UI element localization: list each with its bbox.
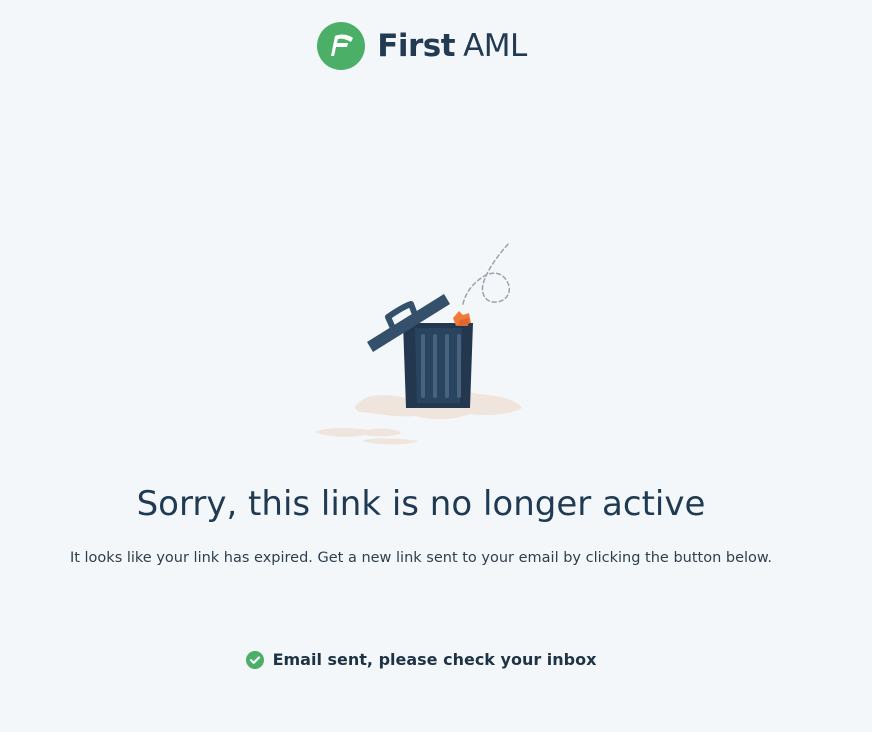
trash-can-illustration	[315, 241, 522, 445]
first-aml-logo: First AML	[317, 22, 527, 70]
email-sent-status-text: Email sent, please check your inbox	[272, 650, 597, 669]
first-aml-logo-mark-icon	[317, 22, 366, 70]
header: First AML	[0, 22, 872, 70]
check-circle-icon	[245, 650, 264, 669]
expired-link-page: First AML Sorry, this link is no longer …	[0, 0, 872, 732]
expired-link-description: It looks like your link has expired. Get…	[69, 550, 773, 566]
email-sent-status: Email sent, please check your inbox	[0, 650, 842, 669]
brand-name-bold: First	[377, 27, 456, 64]
brand-name: First AML	[377, 27, 527, 64]
trash-can-icon	[403, 323, 473, 408]
page-title: Sorry, this link is no longer active	[136, 484, 706, 524]
brand-name-light: AML	[463, 27, 527, 64]
dashed-flight-path	[462, 241, 511, 305]
